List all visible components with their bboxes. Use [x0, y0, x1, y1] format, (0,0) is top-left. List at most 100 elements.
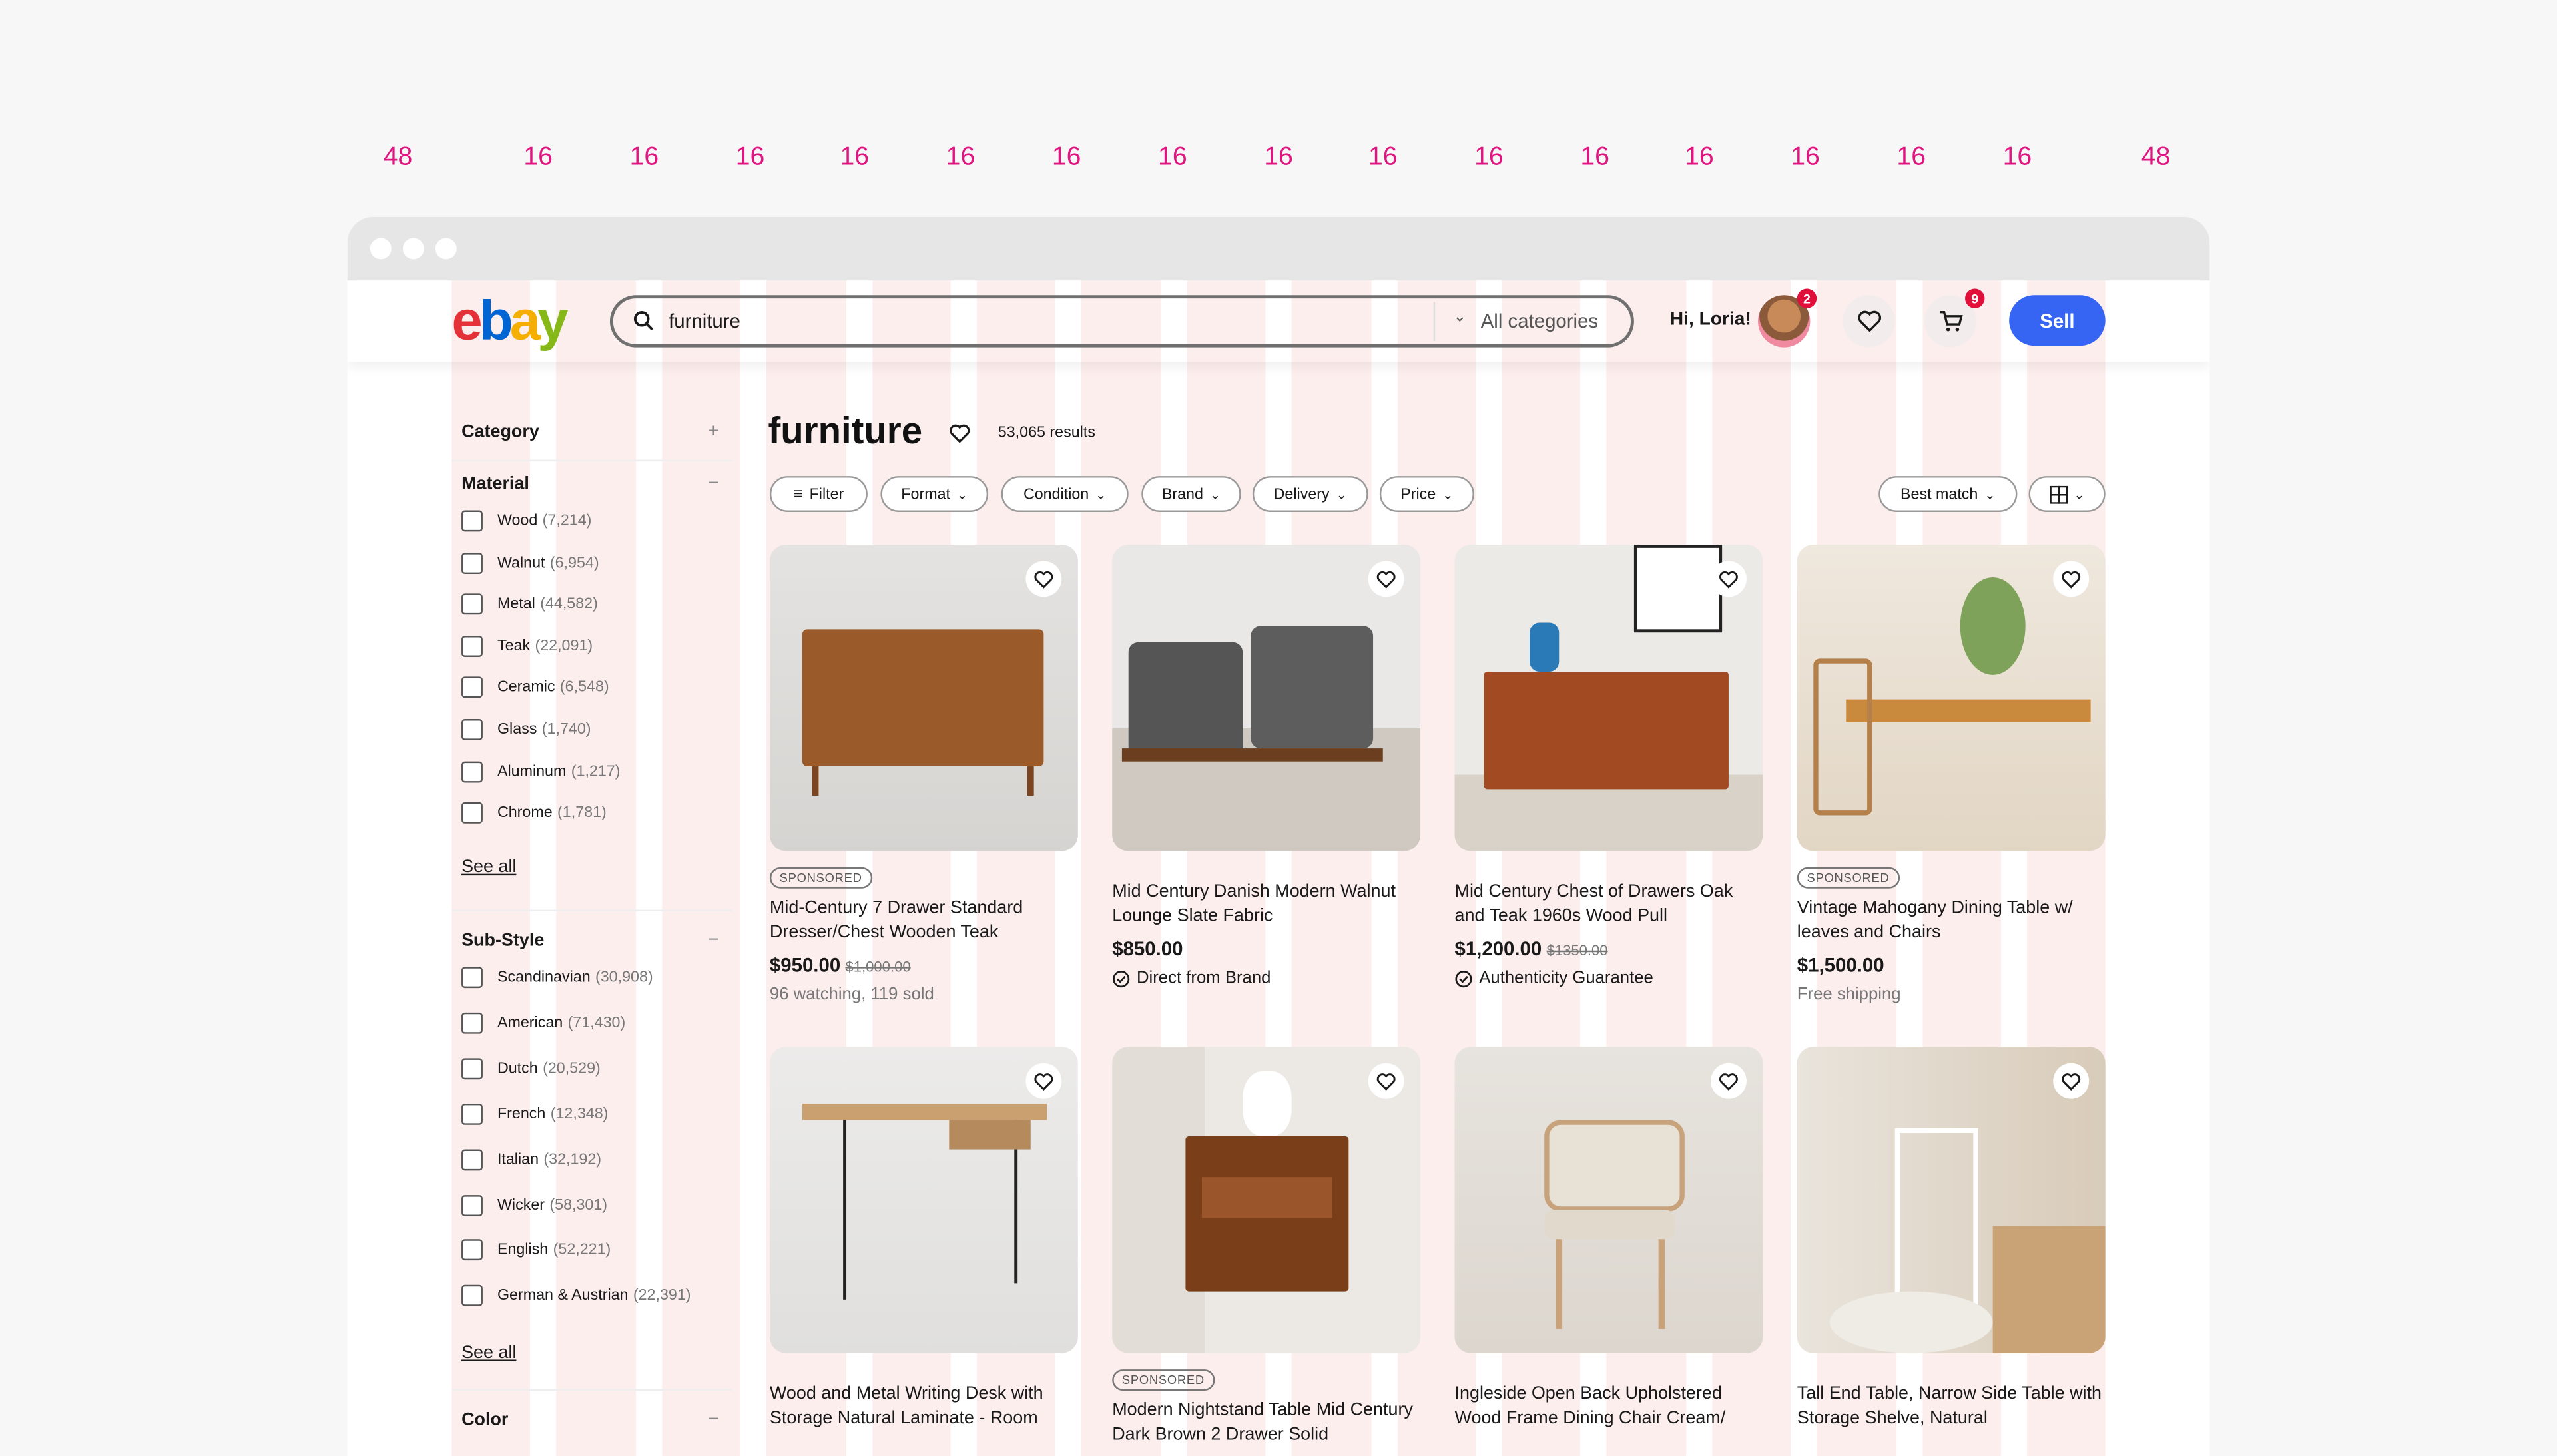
filter-chip-label: Brand: [1161, 485, 1203, 503]
listing-title[interactable]: Vintage Mahogany Dining Table w/ leaves …: [1797, 897, 2106, 945]
filter-option[interactable]: Teak (22,091): [461, 635, 593, 657]
listing-title[interactable]: Modern Nightstand Table Mid Century Dark…: [1112, 1399, 1420, 1447]
greeting[interactable]: Hi, Loria!: [1670, 310, 1751, 329]
listing-card[interactable]: Mid Century Chest of Drawers Oak and Tea…: [1454, 544, 1763, 989]
filter-option[interactable]: American (71,430): [461, 1012, 625, 1034]
filter-heading-material[interactable]: Material: [461, 475, 529, 494]
watchlist-button[interactable]: [1843, 295, 1895, 348]
collapse-icon[interactable]: −: [708, 471, 719, 494]
listing-title[interactable]: Tall End Table, Narrow Side Table with S…: [1797, 1383, 2106, 1431]
listing-image[interactable]: [769, 544, 1078, 851]
checkbox[interactable]: [461, 1148, 483, 1170]
filter-heading-substyle[interactable]: Sub-Style: [461, 931, 544, 950]
checkbox[interactable]: [461, 1012, 483, 1034]
filter-option[interactable]: Ceramic (6,548): [461, 677, 609, 699]
listing-title[interactable]: Mid Century Danish Modern Walnut Lounge …: [1112, 880, 1420, 929]
listing-card[interactable]: Mid Century Danish Modern Walnut Lounge …: [1112, 544, 1421, 988]
listing-card[interactable]: Ingleside Open Back Upholstered Wood Fra…: [1454, 1047, 1763, 1431]
listing-image[interactable]: [1454, 544, 1763, 851]
heart-icon: [1376, 570, 1396, 588]
sell-button[interactable]: Sell: [2009, 295, 2106, 346]
watch-button[interactable]: [2053, 1063, 2090, 1099]
filter-chip-delivery[interactable]: Delivery ⌄: [1252, 476, 1368, 512]
sort-dropdown[interactable]: Best match ⌄: [1878, 476, 2018, 512]
checkbox[interactable]: [461, 967, 483, 989]
filter-chip-condition[interactable]: Condition ⌄: [1001, 476, 1129, 512]
image-shape: [1544, 1210, 1675, 1240]
checkbox[interactable]: [461, 1194, 483, 1216]
filter-option[interactable]: Italian (32,192): [461, 1148, 601, 1170]
watch-button[interactable]: [1711, 1063, 1747, 1099]
checkbox[interactable]: [461, 760, 483, 782]
view-toggle-button[interactable]: ⌄: [2028, 476, 2106, 512]
listing-card[interactable]: Wood and Metal Writing Desk with Storage…: [769, 1047, 1078, 1431]
listing-title[interactable]: Mid Century Chest of Drawers Oak and Tea…: [1455, 880, 1763, 929]
category-select[interactable]: All categories: [1481, 310, 1598, 332]
listing-image[interactable]: [1797, 544, 2106, 851]
window-close-dot[interactable]: [370, 238, 392, 260]
watch-button[interactable]: [1025, 561, 1062, 597]
watch-button[interactable]: [1025, 1063, 1062, 1099]
checkbox[interactable]: [461, 677, 483, 699]
checkbox[interactable]: [461, 635, 483, 657]
save-search-heart-icon[interactable]: [949, 424, 970, 443]
filter-chip-price[interactable]: Price ⌄: [1379, 476, 1474, 512]
listing-image[interactable]: [1112, 544, 1421, 851]
listing-title[interactable]: Wood and Metal Writing Desk with Storage…: [770, 1383, 1078, 1431]
listing-price: $1,200.00 $1350.00: [1455, 937, 1763, 960]
listing-image[interactable]: [1797, 1047, 2106, 1353]
checkbox[interactable]: [461, 719, 483, 740]
filter-heading-color[interactable]: Color: [461, 1410, 508, 1429]
listing-card[interactable]: Tall End Table, Narrow Side Table with S…: [1797, 1047, 2106, 1431]
filter-heading-category[interactable]: Category: [461, 422, 539, 441]
filter-option[interactable]: Aluminum (1,217): [461, 760, 621, 782]
listing-image[interactable]: [769, 1047, 1078, 1353]
listing-image[interactable]: [1112, 1047, 1421, 1353]
listing-title[interactable]: Mid-Century 7 Drawer Standard Dresser/Ch…: [770, 897, 1078, 945]
checkbox[interactable]: [461, 1285, 483, 1307]
filter-option[interactable]: Walnut (6,954): [461, 552, 599, 574]
filter-option[interactable]: English (52,221): [461, 1240, 611, 1262]
see-all-link[interactable]: See all: [461, 1343, 516, 1363]
watch-button[interactable]: [1368, 1063, 1404, 1099]
filter-chip-format[interactable]: Format ⌄: [880, 476, 989, 512]
listing-card[interactable]: SPONSORED Vintage Mahogany Dining Table w…: [1797, 544, 2106, 1005]
search-input[interactable]: furniture: [669, 310, 740, 332]
checkbox[interactable]: [461, 1240, 483, 1262]
filter-option[interactable]: Dutch (20,529): [461, 1057, 601, 1079]
filter-option[interactable]: Glass (1,740): [461, 719, 591, 740]
filter-chip-label: Filter: [809, 485, 844, 503]
collapse-icon[interactable]: −: [708, 927, 719, 950]
window-maximize-dot[interactable]: [435, 238, 457, 260]
filter-option[interactable]: German & Austrian (22,391): [461, 1285, 691, 1307]
see-all-link[interactable]: See all: [461, 857, 516, 877]
filter-option[interactable]: French (12,348): [461, 1103, 608, 1125]
listing-image[interactable]: [1454, 1047, 1763, 1353]
checkbox[interactable]: [461, 510, 483, 532]
filter-chip-filter[interactable]: ≡ Filter: [769, 476, 868, 512]
watch-button[interactable]: [1711, 561, 1747, 597]
listing-title[interactable]: Ingleside Open Back Upholstered Wood Fra…: [1455, 1383, 1763, 1431]
watch-button[interactable]: [2053, 561, 2090, 597]
listing-subtitle-text: Authenticity Guarantee: [1479, 968, 1653, 989]
checkbox[interactable]: [461, 552, 483, 574]
filter-chip-brand[interactable]: Brand ⌄: [1141, 476, 1241, 512]
filter-option[interactable]: Metal (44,582): [461, 593, 598, 615]
listing-card[interactable]: SPONSORED Mid-Century 7 Drawer Standard D…: [769, 544, 1078, 1005]
search-bar[interactable]: furniture ⌄ All categories: [609, 295, 1634, 348]
filter-option[interactable]: Scandinavian (30,908): [461, 967, 653, 989]
window-minimize-dot[interactable]: [402, 238, 424, 260]
listing-card[interactable]: SPONSORED Modern Nightstand Table Mid Cen…: [1112, 1047, 1421, 1447]
collapse-icon[interactable]: −: [708, 1407, 719, 1429]
filter-option[interactable]: Wood (7,214): [461, 510, 591, 532]
expand-icon[interactable]: +: [708, 419, 719, 441]
checkbox[interactable]: [461, 1057, 483, 1079]
filter-option[interactable]: Chrome (1,781): [461, 802, 607, 824]
checkbox[interactable]: [461, 593, 483, 615]
checkbox[interactable]: [461, 1103, 483, 1125]
checkbox[interactable]: [461, 802, 483, 824]
filter-option[interactable]: Wicker (58,301): [461, 1194, 607, 1216]
watch-button[interactable]: [1368, 561, 1404, 597]
ebay-logo[interactable]: ebay: [451, 290, 568, 354]
